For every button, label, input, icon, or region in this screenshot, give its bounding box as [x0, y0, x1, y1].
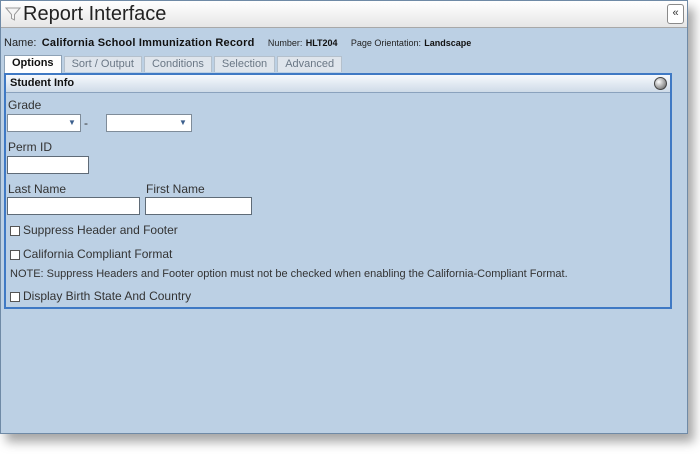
report-name-value: California School Immunization Record [41, 37, 255, 49]
first-name-label: First Name [146, 182, 205, 196]
report-name-label: Name: [4, 37, 37, 49]
chevron-down-icon: ▼ [68, 118, 76, 127]
report-interface-window: Report Interface « Name: California Scho… [0, 0, 688, 434]
compliance-note: NOTE: Suppress Headers and Footer option… [10, 268, 568, 280]
report-number-label: Number: [267, 38, 303, 48]
filter-icon [5, 7, 21, 21]
grade-from-select[interactable]: ▼ [7, 114, 81, 132]
california-compliant-checkbox[interactable] [10, 250, 20, 260]
report-info-bar: Name: California School Immunization Rec… [4, 35, 471, 49]
grade-to-select[interactable]: ▼ [106, 114, 192, 132]
tab-advanced[interactable]: Advanced [277, 56, 343, 72]
title-bar: Report Interface « [1, 1, 687, 28]
first-name-input[interactable] [145, 197, 252, 215]
grade-range-separator: - [84, 116, 88, 130]
tab-conditions[interactable]: Conditions [143, 56, 212, 72]
last-name-label: Last Name [8, 182, 67, 196]
panel-header: Student Info [6, 75, 670, 93]
tab-sort-output[interactable]: Sort / Output [63, 56, 142, 72]
display-birth-state-label: Display Birth State And Country [23, 289, 192, 303]
report-number-value: HLT204 [305, 38, 338, 48]
tab-options[interactable]: Options [4, 55, 62, 73]
chevron-down-icon: ▼ [179, 118, 187, 127]
tab-selection[interactable]: Selection [213, 56, 276, 72]
california-compliant-label: California Compliant Format [23, 247, 173, 261]
perm-id-input[interactable] [7, 156, 89, 174]
grade-label: Grade [8, 98, 42, 112]
perm-id-label: Perm ID [8, 140, 53, 154]
student-info-panel: Student Info Grade ▼ - ▼ Perm ID Last Na… [4, 73, 672, 309]
page-orientation-label: Page Orientation: [350, 38, 421, 48]
display-birth-state-checkbox[interactable] [10, 292, 20, 302]
panel-toggle-icon[interactable] [654, 77, 667, 90]
last-name-input[interactable] [7, 197, 140, 215]
panel-title: Student Info [10, 77, 75, 89]
report-tabs: Options Sort / Output Conditions Selecti… [4, 55, 344, 73]
suppress-header-footer-checkbox[interactable] [10, 226, 20, 236]
page-orientation-value: Landscape [424, 38, 472, 48]
collapse-button[interactable]: « [667, 4, 684, 24]
window-title: Report Interface [23, 3, 167, 25]
suppress-header-footer-label: Suppress Header and Footer [23, 223, 178, 237]
